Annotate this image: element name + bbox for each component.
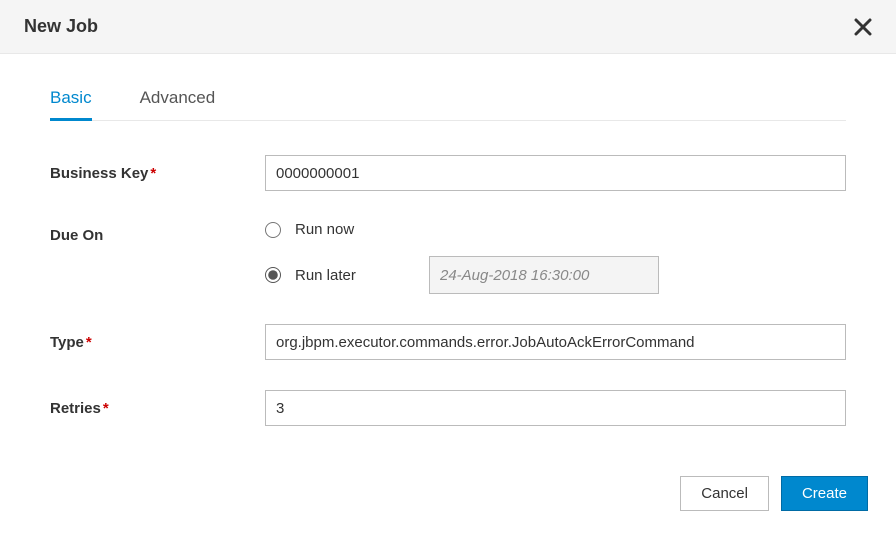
row-type: Type* bbox=[50, 324, 846, 360]
label-business-key: Business Key* bbox=[50, 165, 265, 182]
create-button[interactable]: Create bbox=[781, 476, 868, 511]
label-retries: Retries* bbox=[50, 400, 265, 417]
dialog-title: New Job bbox=[24, 16, 98, 37]
dialog-header: New Job bbox=[0, 0, 896, 54]
type-input[interactable] bbox=[265, 324, 846, 360]
close-icon bbox=[854, 18, 872, 36]
control-business-key bbox=[265, 155, 846, 191]
control-retries bbox=[265, 390, 846, 426]
tabs: Basic Advanced bbox=[50, 82, 846, 121]
required-asterisk: * bbox=[150, 165, 156, 182]
label-type: Type* bbox=[50, 334, 265, 351]
run-later-radio[interactable] bbox=[265, 267, 281, 283]
cancel-button[interactable]: Cancel bbox=[680, 476, 769, 511]
dialog-body: Basic Advanced Business Key* Due On Run … bbox=[0, 54, 896, 476]
control-due-on: Run now Run later bbox=[265, 221, 846, 294]
retries-input[interactable] bbox=[265, 390, 846, 426]
due-on-radio-group: Run now Run later bbox=[265, 221, 846, 294]
business-key-input[interactable] bbox=[265, 155, 846, 191]
due-date-input[interactable] bbox=[429, 256, 659, 294]
close-button[interactable] bbox=[854, 18, 872, 36]
required-asterisk: * bbox=[103, 400, 109, 417]
run-now-label[interactable]: Run now bbox=[295, 221, 415, 238]
radio-row-run-later: Run later bbox=[265, 256, 846, 294]
tab-basic[interactable]: Basic bbox=[50, 82, 92, 121]
radio-row-run-now: Run now bbox=[265, 221, 846, 238]
control-type bbox=[265, 324, 846, 360]
tab-advanced[interactable]: Advanced bbox=[140, 82, 216, 120]
row-due-on: Due On Run now Run later bbox=[50, 221, 846, 294]
run-later-label[interactable]: Run later bbox=[295, 267, 415, 284]
row-retries: Retries* bbox=[50, 390, 846, 426]
label-due-on: Due On bbox=[50, 221, 265, 244]
run-now-radio[interactable] bbox=[265, 222, 281, 238]
row-business-key: Business Key* bbox=[50, 155, 846, 191]
required-asterisk: * bbox=[86, 334, 92, 351]
dialog-footer: Cancel Create bbox=[0, 476, 896, 531]
